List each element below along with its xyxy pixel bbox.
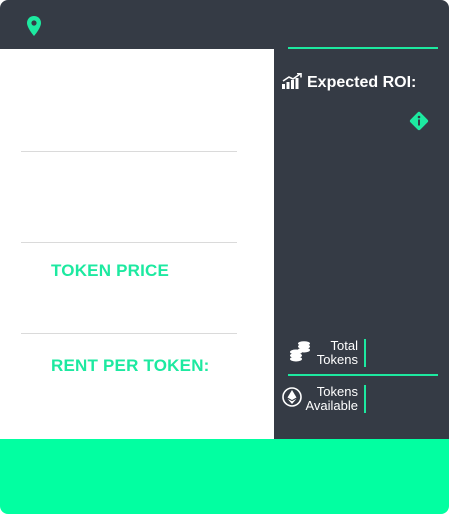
divider (21, 333, 237, 334)
property-card: TOKEN PRICE RENT PER TOKEN: Expected ROI… (0, 0, 449, 514)
rent-per-token-label: RENT PER TOKEN: (51, 356, 210, 375)
info-icon[interactable] (408, 110, 430, 132)
card-footer[interactable] (0, 439, 449, 514)
coins-icon (290, 341, 310, 362)
accent-divider-middle (288, 374, 438, 376)
tokens-available-bar (364, 385, 366, 413)
divider (21, 242, 237, 243)
accent-divider-top (288, 47, 438, 49)
card-header (0, 0, 449, 49)
left-panel: TOKEN PRICE RENT PER TOKEN: (0, 49, 274, 439)
bar-chart-up-icon (282, 73, 302, 89)
expected-roi-label: Expected ROI: (307, 74, 417, 91)
right-panel: Expected ROI: Total Tokens Tokens Availa… (274, 47, 449, 439)
map-pin-icon[interactable] (27, 16, 41, 36)
token-price-label: TOKEN PRICE (51, 261, 170, 280)
total-tokens-bar (364, 339, 366, 367)
divider (21, 151, 237, 152)
total-tokens-label: Total Tokens (316, 338, 358, 367)
tokens-available-label: Tokens Available (305, 384, 358, 413)
